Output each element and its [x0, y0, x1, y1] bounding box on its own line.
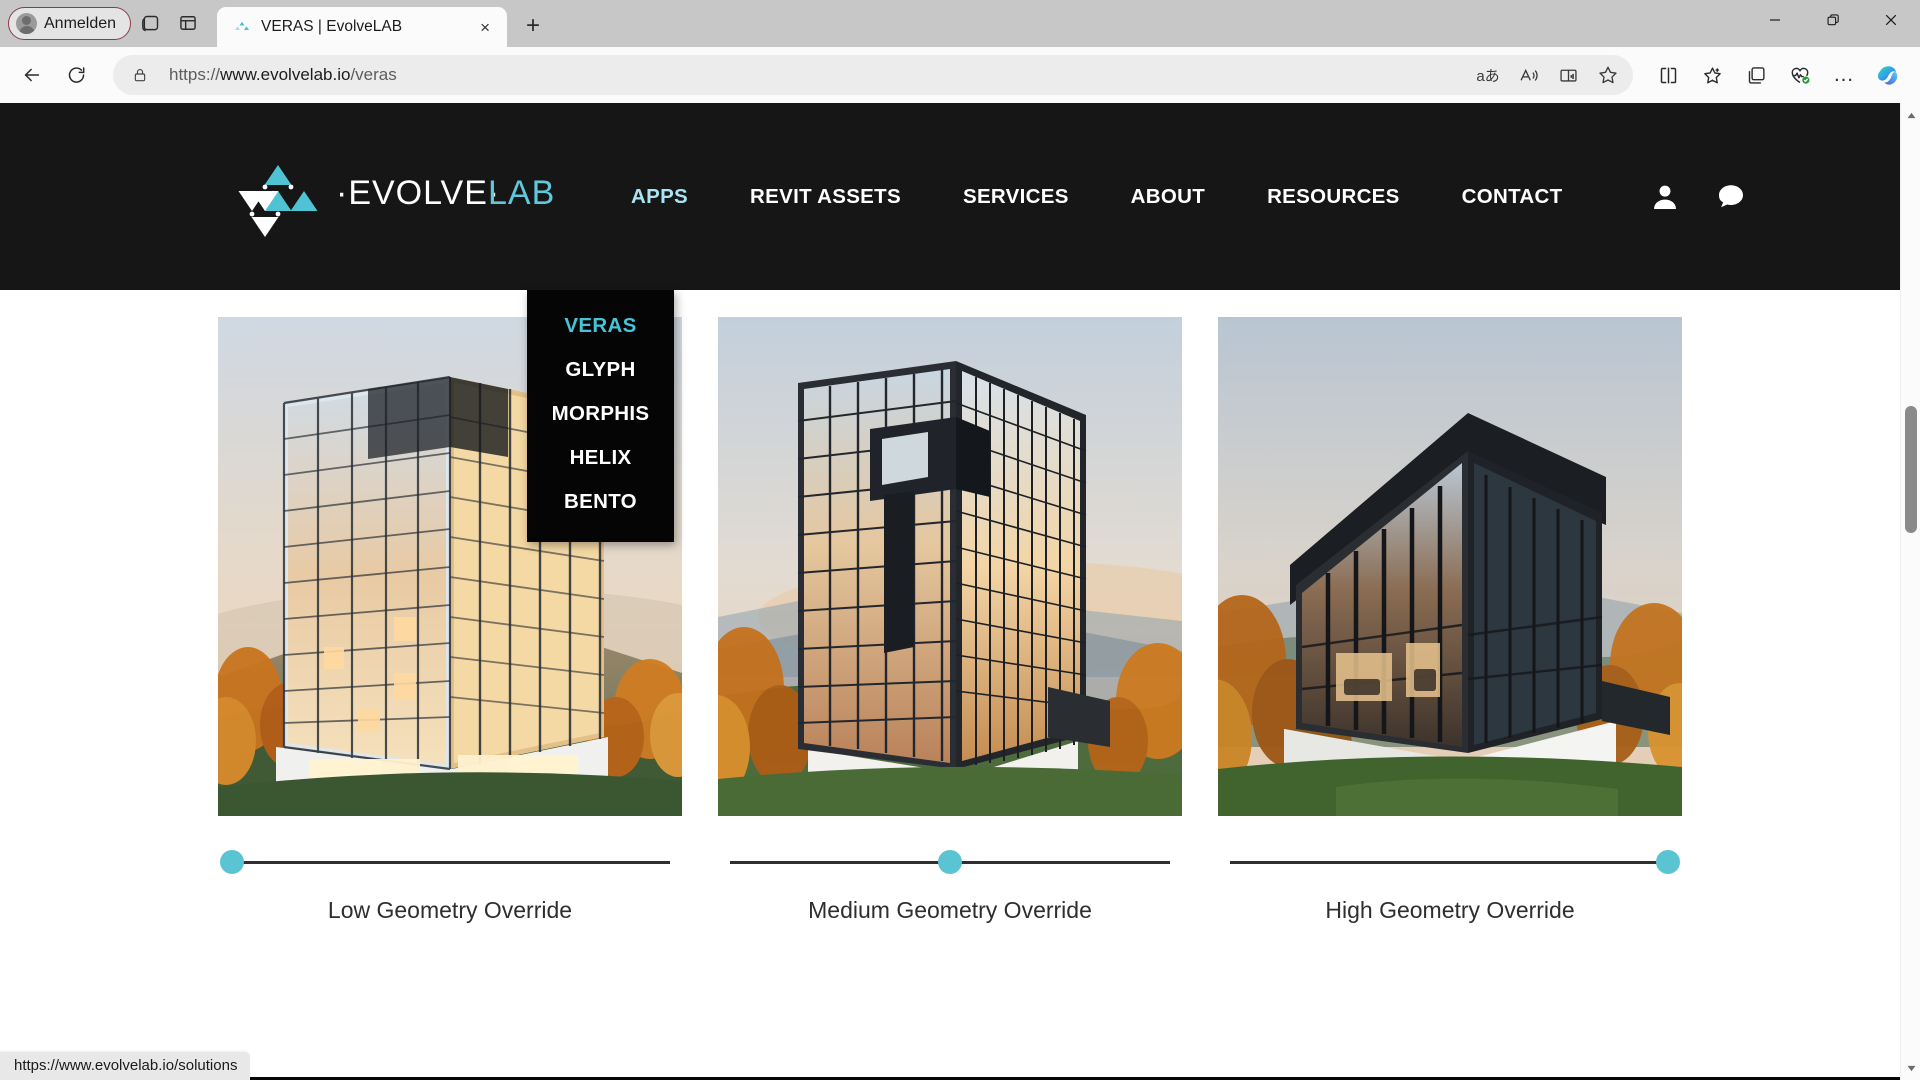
address-bar[interactable]: https://www.evolvelab.io/veras aあ — [113, 55, 1633, 95]
dropdown-item-veras[interactable]: VERAS — [527, 304, 674, 348]
settings-more-icon[interactable]: … — [1823, 54, 1865, 96]
refresh-button[interactable] — [55, 54, 97, 96]
geometry-slider-high[interactable] — [1218, 850, 1682, 876]
read-aloud-icon[interactable] — [1509, 56, 1547, 94]
site-main-nav: APPS REVIT ASSETS SERVICES ABOUT RESOURC… — [600, 185, 1593, 209]
translate-icon[interactable]: aあ — [1469, 56, 1507, 94]
window-controls — [1746, 0, 1920, 47]
site-header-icons — [1649, 181, 1747, 213]
omnibox-actions: aあ — [1469, 56, 1627, 94]
nav-item-about[interactable]: ABOUT — [1100, 185, 1236, 209]
split-screen-icon[interactable] — [1647, 54, 1689, 96]
dropdown-item-helix[interactable]: HELIX — [527, 436, 674, 480]
scroll-up-arrow-icon[interactable] — [1901, 105, 1920, 125]
dropdown-item-morphis[interactable]: MORPHIS — [527, 392, 674, 436]
site-logo[interactable]: ·EVOLVE· LAB — [218, 141, 558, 253]
logo-lab-text: LAB — [488, 174, 555, 212]
link-status-bubble: https://www.evolvelab.io/solutions — [0, 1052, 251, 1080]
dropdown-item-glyph[interactable]: GLYPH — [527, 348, 674, 392]
profile-sign-in-button[interactable]: Anmelden — [8, 7, 132, 40]
slider-thumb[interactable] — [1656, 850, 1681, 874]
close-window-button[interactable] — [1862, 0, 1920, 40]
address-url[interactable]: https://www.evolvelab.io/veras — [169, 65, 1469, 85]
browser-toolbar: https://www.evolvelab.io/veras aあ … — [0, 47, 1920, 103]
gallery-caption: Medium Geometry Override — [808, 897, 1092, 923]
nav-item-resources[interactable]: RESOURCES — [1236, 185, 1431, 209]
apps-dropdown-menu: VERAS GLYPH MORPHIS HELIX BENTO — [527, 290, 674, 542]
slider-thumb[interactable] — [938, 850, 962, 874]
workspaces-icon[interactable] — [131, 4, 169, 42]
gallery-card: Medium Geometry Override — [718, 317, 1182, 924]
gallery-caption: High Geometry Override — [1325, 897, 1575, 923]
gallery-card: High Geometry Override — [1218, 317, 1682, 924]
page-viewport: ·EVOLVE· LAB APPS REVIT ASSETS SERVICES … — [0, 103, 1920, 1080]
browser-essentials-icon[interactable] — [1779, 54, 1821, 96]
edge-browser-window: Anmelden VERAS | EvolveLAB × + https://w… — [0, 0, 1920, 1080]
browser-tab[interactable]: VERAS | EvolveLAB × — [217, 7, 508, 47]
nav-item-contact[interactable]: CONTACT — [1431, 185, 1594, 209]
toolbar-actions: … — [1647, 54, 1909, 96]
render-image-high — [1218, 317, 1682, 816]
favorite-star-icon[interactable] — [1589, 56, 1627, 94]
tab-title: VERAS | EvolveLAB — [261, 18, 403, 35]
nav-item-apps[interactable]: APPS — [600, 185, 719, 209]
gallery-caption: Low Geometry Override — [327, 897, 573, 923]
split-pane-icon[interactable] — [169, 4, 207, 42]
more-glyph: … — [1833, 63, 1855, 86]
profile-label: Anmelden — [44, 14, 117, 32]
nav-item-revit-assets[interactable]: REVIT ASSETS — [719, 185, 932, 209]
evolvelab-triangles-logo — [218, 141, 348, 253]
geometry-slider-low[interactable] — [218, 850, 682, 876]
back-button[interactable] — [11, 54, 53, 96]
tab-strip: Anmelden VERAS | EvolveLAB × + — [0, 0, 1920, 47]
tab-close-icon[interactable]: × — [473, 15, 497, 39]
web-page: ·EVOLVE· LAB APPS REVIT ASSETS SERVICES … — [0, 103, 1900, 1080]
site-header: ·EVOLVE· LAB APPS REVIT ASSETS SERVICES … — [0, 103, 1900, 290]
collections-icon[interactable] — [1735, 54, 1777, 96]
account-avatar-icon — [16, 13, 37, 34]
copilot-icon[interactable] — [1867, 54, 1909, 96]
lock-icon — [129, 64, 151, 86]
dropdown-item-bento[interactable]: BENTO — [527, 480, 674, 524]
translate-glyph: aあ — [1476, 67, 1500, 85]
slider-track — [230, 861, 670, 864]
immersive-reader-icon[interactable] — [1549, 56, 1587, 94]
new-tab-button[interactable]: + — [515, 8, 551, 44]
scrollbar-thumb[interactable] — [1905, 405, 1917, 533]
site-logo-text: ·EVOLVE· LAB — [336, 171, 558, 222]
evolvelab-favicon — [233, 18, 251, 36]
slider-track — [1230, 861, 1670, 864]
logo-evolve-text: ·EVOLVE· — [336, 174, 500, 212]
render-image-medium — [718, 317, 1182, 816]
geometry-override-gallery: Low Geometry Override Medium Geometry Ov… — [0, 290, 1900, 924]
restore-button[interactable] — [1804, 0, 1862, 40]
chat-bubble-icon[interactable] — [1715, 181, 1747, 213]
page-scrollbar[interactable] — [1900, 103, 1920, 1080]
user-account-icon[interactable] — [1649, 181, 1681, 213]
nav-item-services[interactable]: SERVICES — [932, 185, 1100, 209]
minimize-button[interactable] — [1746, 0, 1804, 40]
geometry-slider-medium[interactable] — [718, 850, 1182, 876]
favorites-icon[interactable] — [1691, 54, 1733, 96]
slider-thumb[interactable] — [219, 850, 244, 874]
scroll-down-arrow-icon[interactable] — [1901, 1058, 1920, 1078]
